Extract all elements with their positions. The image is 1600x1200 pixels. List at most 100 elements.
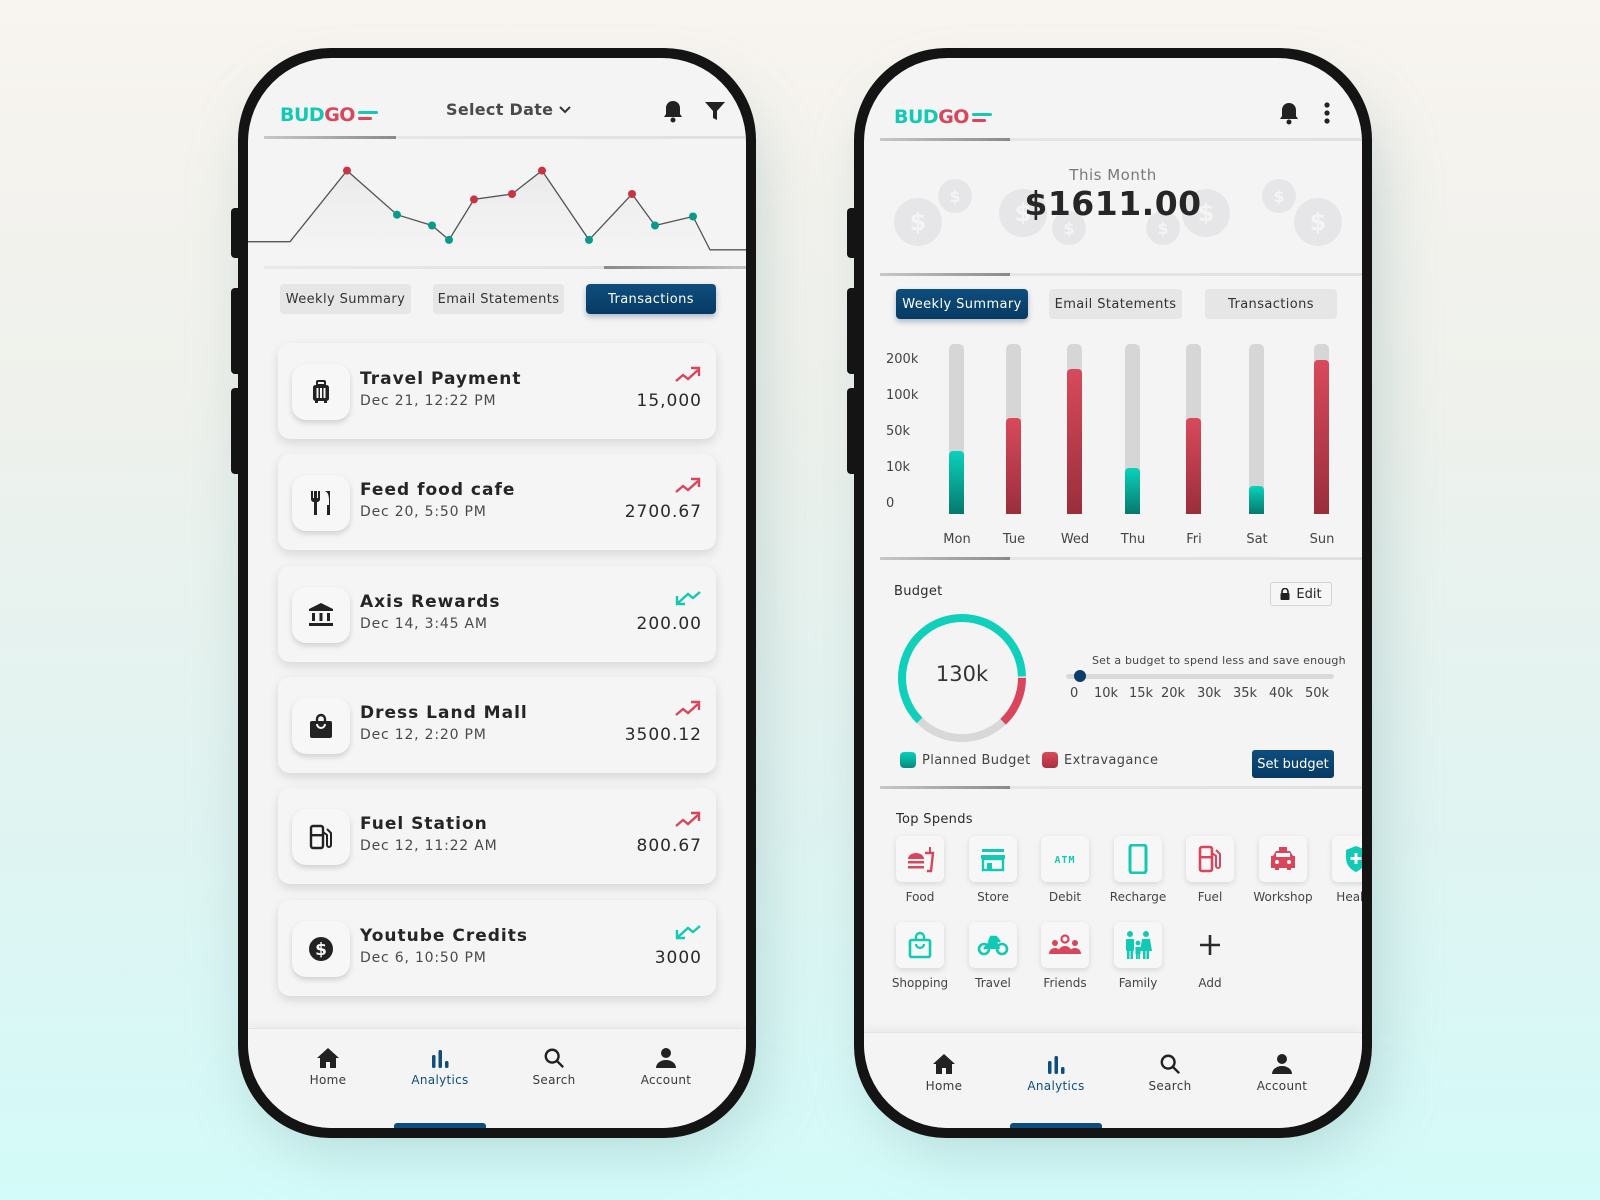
select-date-dropdown[interactable]: Select Date — [446, 100, 572, 119]
select-date-label: Select Date — [446, 100, 554, 119]
screen-analytics: BUD GO $ $ $ $ $ $ $ $ This Month $1611.0… — [864, 58, 1362, 1128]
nav-analytics[interactable]: Analytics — [400, 1047, 480, 1087]
bell-icon[interactable] — [660, 98, 686, 124]
trend-point[interactable] — [470, 195, 478, 204]
nav-home[interactable]: Home — [288, 1047, 368, 1087]
nav-home[interactable]: Home — [904, 1053, 984, 1093]
trend-point[interactable] — [393, 210, 401, 219]
tab-transactions[interactable]: Transactions — [1205, 289, 1337, 319]
spend-label: Health — [1336, 890, 1362, 904]
bar-track — [1186, 344, 1201, 514]
analytics-icon — [432, 1050, 449, 1068]
slider-tick-label: 10k — [1094, 686, 1119, 701]
transaction-card[interactable]: Dress Land Mall Dec 12, 2:20 PM 3500.12 — [278, 677, 716, 773]
bar-wed[interactable] — [1067, 368, 1082, 514]
spend-label: Add — [1198, 976, 1222, 990]
tab-transactions[interactable]: Transactions — [586, 284, 716, 314]
trend-point[interactable] — [508, 190, 516, 198]
nav-search[interactable]: Search — [1130, 1053, 1210, 1093]
motorcycle-icon — [969, 922, 1017, 968]
bar-track — [1249, 344, 1264, 514]
spend-family[interactable]: Family — [1106, 922, 1170, 990]
brand-logo: BUD GO — [894, 106, 992, 128]
transaction-date: Dec 14, 3:45 AM — [360, 616, 488, 632]
trend-point[interactable] — [689, 212, 697, 221]
logo-text-bud: BUD — [894, 106, 939, 128]
nav-search[interactable]: Search — [514, 1047, 594, 1087]
bar-fri[interactable] — [1186, 417, 1201, 514]
transaction-name: Dress Land Mall — [360, 703, 528, 723]
dollar-coin-icon: $ — [292, 921, 350, 977]
transaction-amount: 3000 — [654, 948, 702, 968]
bottom-nav: Home Analytics Search Account — [864, 1032, 1362, 1128]
legend-swatch-red — [1042, 752, 1058, 768]
trend-point[interactable] — [628, 190, 636, 198]
transaction-card[interactable]: Fuel Station Dec 12, 11:22 AM 800.67 — [278, 788, 716, 884]
set-budget-button[interactable]: Set budget — [1252, 750, 1334, 778]
spend-shopping[interactable]: Shopping — [888, 922, 952, 990]
transaction-amount: 800.67 — [636, 836, 702, 856]
donut-center-value: 130k — [935, 662, 989, 686]
tab-email-statements[interactable]: Email Statements — [1049, 289, 1182, 319]
budget-slider-track[interactable] — [1066, 674, 1334, 679]
transaction-card[interactable]: Feed food cafe Dec 20, 5:50 PM 2700.67 — [278, 454, 716, 550]
phone-left: BUD GO Select Date Weekly Summary Email S… — [231, 48, 756, 1138]
side-button — [231, 288, 240, 374]
nav-account[interactable]: Account — [1242, 1053, 1322, 1093]
nav-analytics[interactable]: Analytics — [1016, 1053, 1096, 1093]
home-icon — [933, 1054, 955, 1074]
nav-account[interactable]: Account — [626, 1047, 706, 1087]
budget-slider-thumb[interactable] — [1074, 670, 1086, 682]
spend-debit[interactable]: ATM Debit — [1033, 836, 1097, 904]
x-tick-label: Sun — [1309, 532, 1335, 547]
spend-food[interactable]: Food — [888, 836, 952, 904]
spend-workshop[interactable]: Workshop — [1251, 836, 1315, 904]
legend-label: Planned Budget — [922, 752, 1031, 768]
legend-label: Extravagance — [1064, 752, 1159, 768]
spend-friends[interactable]: Friends — [1033, 922, 1097, 990]
trend-point[interactable] — [651, 221, 659, 230]
trend-point[interactable] — [343, 166, 351, 175]
slider-tick-label: 30k — [1197, 686, 1222, 701]
active-nav-indicator — [1010, 1123, 1102, 1128]
slider-tick-label: 15k — [1129, 686, 1154, 701]
spend-add[interactable]: Add — [1178, 922, 1242, 990]
bar-mon[interactable] — [949, 450, 964, 514]
spend-health[interactable]: Health — [1324, 836, 1362, 904]
home-icon — [317, 1048, 339, 1068]
nav-search-label: Search — [532, 1073, 576, 1087]
search-icon — [544, 1048, 565, 1069]
trend-point[interactable] — [538, 166, 546, 175]
bottom-nav: Home Analytics Search Account — [248, 1028, 746, 1128]
transaction-name: Fuel Station — [360, 814, 488, 834]
more-vertical-icon[interactable] — [1314, 100, 1340, 126]
svg-text:$: $ — [315, 940, 327, 960]
trend-point[interactable] — [445, 235, 453, 244]
chart-divider — [264, 266, 746, 269]
trend-point[interactable] — [585, 235, 593, 244]
filter-icon[interactable] — [702, 98, 728, 124]
tab-email-statements[interactable]: Email Statements — [433, 284, 564, 314]
edit-budget-button[interactable]: Edit — [1270, 582, 1332, 606]
transaction-card[interactable]: Axis Rewards Dec 14, 3:45 AM 200.00 — [278, 566, 716, 662]
transaction-card[interactable]: Travel Payment Dec 21, 12:22 PM 15,000 — [278, 343, 716, 439]
spend-label: Travel — [975, 976, 1011, 990]
bar-sat[interactable] — [1249, 486, 1264, 514]
summary-divider — [880, 273, 1362, 276]
spend-store[interactable]: Store — [961, 836, 1025, 904]
y-tick-label: 10k — [886, 460, 911, 475]
spend-fuel[interactable]: Fuel — [1178, 836, 1242, 904]
bar-tue[interactable] — [1006, 417, 1021, 514]
transaction-card[interactable]: $ Youtube Credits Dec 6, 10:50 PM 3000 — [278, 900, 716, 996]
tab-weekly-summary[interactable]: Weekly Summary — [280, 284, 411, 314]
trend-point[interactable] — [428, 221, 436, 230]
tab-weekly-summary[interactable]: Weekly Summary — [896, 289, 1028, 319]
spend-travel[interactable]: Travel — [961, 922, 1025, 990]
spend-recharge[interactable]: Recharge — [1106, 836, 1170, 904]
bar-sun[interactable] — [1314, 360, 1329, 514]
bar-thu[interactable] — [1125, 468, 1140, 514]
logo-text-bud: BUD — [280, 104, 325, 126]
bell-icon[interactable] — [1276, 100, 1302, 126]
trend-up-icon — [674, 810, 702, 830]
spend-label: Food — [905, 890, 935, 904]
